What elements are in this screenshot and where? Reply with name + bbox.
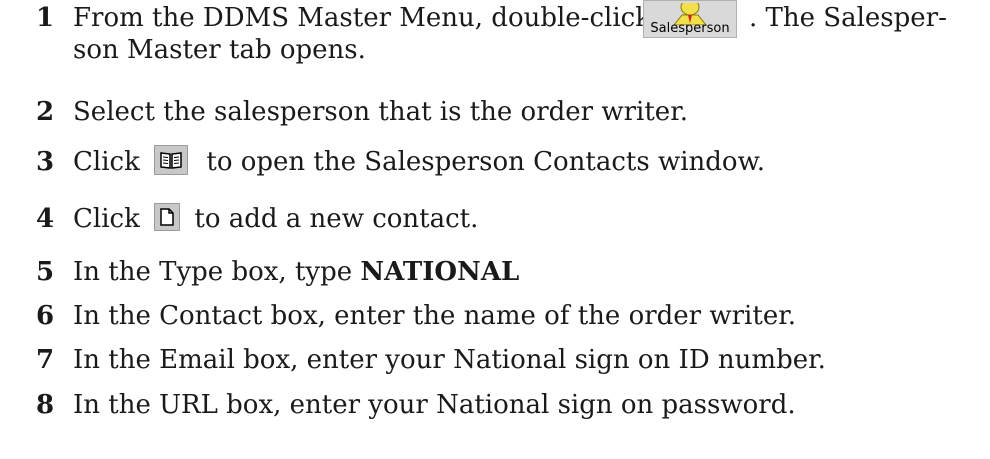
salesperson-icon[interactable]: Salesperson [643, 0, 737, 38]
step-text-continued: son Master tab opens. [73, 35, 366, 65]
step-text: In the Email box, enter your National si… [73, 345, 826, 375]
step-number: 7 [36, 345, 55, 375]
step-text: Click [73, 204, 140, 234]
step-number: 4 [36, 204, 55, 234]
step-number: 1 [36, 3, 55, 33]
step-text: to add a new contact. [194, 204, 479, 234]
step-number: 6 [36, 301, 55, 331]
open-book-icon [160, 152, 182, 169]
step-text: In the URL box, enter your National sign… [73, 390, 796, 420]
step-text: Select the salesperson that is the order… [73, 97, 689, 127]
step-number: 3 [36, 147, 55, 177]
instruction-page: 1 From the DDMS Master Menu, double-clic… [0, 0, 990, 459]
step-text: In the Type box, type [73, 257, 353, 287]
step-number: 5 [36, 257, 55, 287]
type-value: NATIONAL [360, 257, 520, 287]
blank-page-icon [160, 208, 174, 226]
step-text: to open the Salesperson Contacts window. [206, 147, 766, 177]
step-text: . The Salesper- [749, 3, 947, 33]
step-text: Click [73, 147, 140, 177]
contacts-book-icon[interactable] [154, 145, 189, 175]
step-text: From the DDMS Master Menu, double-click [73, 3, 651, 33]
step-number: 8 [36, 390, 55, 420]
step-text: In the Contact box, enter the name of th… [73, 301, 797, 331]
salesperson-icon-label: Salesperson [650, 21, 730, 36]
new-document-icon[interactable] [154, 203, 181, 231]
step-number: 2 [36, 97, 55, 127]
